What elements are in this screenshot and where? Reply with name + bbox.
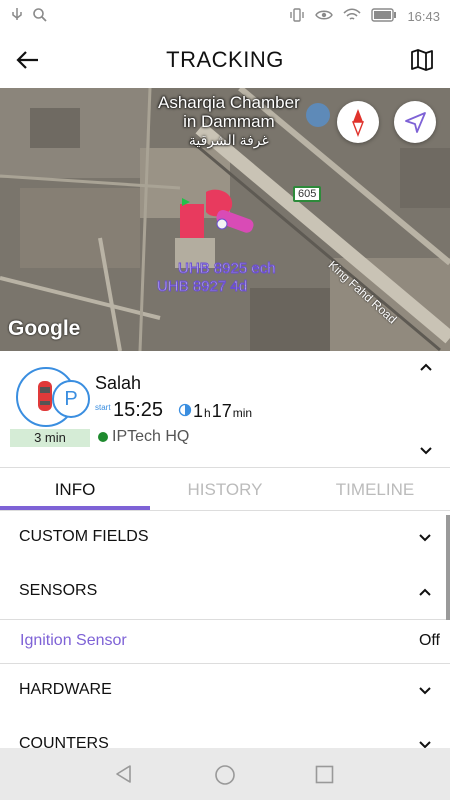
expand-icon (417, 530, 433, 546)
panel-previous-button[interactable] (418, 359, 434, 375)
chevron-up-icon (419, 588, 431, 596)
sensor-row: Ignition Sensor Off (0, 619, 450, 664)
nav-back-icon[interactable] (114, 764, 134, 784)
page-title: TRACKING (166, 47, 284, 72)
parked-badge: P (52, 380, 90, 418)
vehicle-plate-label: UHB 8927 4d (156, 278, 248, 296)
tab-bar: INFO HISTORY TIMELINE (0, 468, 450, 510)
poi-label[interactable]: Asharqia Chamber in Dammam غرفة الشرقية (158, 93, 300, 150)
scrollbar[interactable] (446, 515, 450, 620)
clock-time: 16:43 (407, 9, 440, 24)
app-bar: TRACKING (0, 32, 450, 88)
section-label: SENSORS (19, 582, 98, 599)
chevron-down-icon (419, 534, 431, 542)
section-hardware[interactable]: HARDWARE (0, 664, 450, 719)
map-view-button[interactable] (408, 46, 436, 74)
wifi-icon (343, 7, 362, 26)
driver-name: Salah (95, 373, 142, 393)
sensor-name: Ignition Sensor (20, 632, 127, 649)
duration-hours: 1 (193, 401, 204, 421)
vehicle-marker[interactable] (176, 184, 266, 249)
current-location: IPTech HQ (98, 428, 189, 446)
navigation-arrow-icon (405, 112, 426, 133)
battery-icon (371, 8, 397, 25)
panel-next-button[interactable] (418, 443, 434, 459)
collapse-icon (417, 584, 433, 600)
elapsed-duration: 1 h 17 min (178, 401, 252, 422)
map-icon (411, 49, 433, 71)
google-attribution: Google (8, 317, 81, 340)
my-location-button[interactable] (394, 101, 436, 143)
section-counters[interactable]: COUNTERS (0, 718, 450, 748)
search-icon (32, 7, 48, 26)
car-marker-icon (180, 189, 254, 238)
chevron-down-icon (419, 687, 431, 695)
expand-icon (417, 737, 433, 748)
route-shield: 605 (293, 186, 322, 202)
usb-icon (10, 7, 24, 26)
tab-timeline[interactable]: TIMELINE (300, 480, 450, 500)
expand-icon (417, 683, 433, 699)
system-nav-bar (0, 748, 450, 800)
location-name: IPTech HQ (112, 428, 190, 445)
compass-icon (351, 109, 365, 137)
section-label: COUNTERS (19, 735, 109, 748)
section-label: HARDWARE (19, 681, 112, 698)
chevron-down-icon (420, 447, 432, 455)
tab-info[interactable]: INFO (0, 480, 150, 500)
chevron-up-icon (420, 363, 432, 371)
sensor-value: Off (418, 632, 440, 649)
tab-history[interactable]: HISTORY (150, 480, 300, 500)
duration-minutes: 17 (211, 401, 232, 421)
section-label: CUSTOM FIELDS (19, 528, 149, 545)
compass-button[interactable] (337, 101, 379, 143)
duration-minutes-unit: min (232, 406, 253, 420)
vehicle-plate-label: UHB 8925 ech (178, 260, 277, 278)
map-view[interactable]: Asharqia Chamber in Dammam غرفة الشرقية … (0, 88, 450, 351)
section-sensors[interactable]: SENSORS (0, 565, 450, 620)
chevron-down-icon (419, 741, 431, 748)
start-time: 15:25 (113, 399, 164, 421)
start-label: start (95, 403, 111, 412)
vibrate-icon (289, 7, 305, 26)
status-bar: 16:43 (0, 0, 450, 32)
eye-icon (315, 7, 334, 26)
section-custom-fields[interactable]: CUSTOM FIELDS (0, 511, 450, 566)
half-moon-icon (178, 403, 192, 417)
nav-home-icon[interactable] (214, 764, 236, 786)
nav-recents-icon[interactable] (315, 765, 334, 784)
location-status-dot (98, 432, 108, 442)
duration-hours-unit: h (204, 406, 211, 420)
trip-duration-badge: 3 min (10, 429, 90, 447)
